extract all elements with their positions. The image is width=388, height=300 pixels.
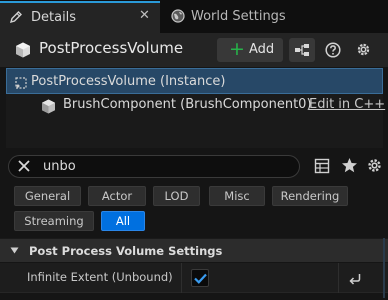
add-button-label: Add [249,42,275,57]
category-lod-button[interactable]: LOD [153,186,200,206]
infinite-extent-checkbox[interactable] [191,269,209,287]
tab-world-settings-label: World Settings [191,9,286,24]
tab-details[interactable]: Details ✕ [0,1,160,33]
favorites-star-icon[interactable] [341,157,358,174]
search-box [8,155,300,178]
view-options-gear-icon[interactable] [366,157,383,174]
tab-accent-line [0,1,160,3]
details-header: PostProcessVolume + Add [0,33,388,67]
tab-details-label: Details [31,10,77,25]
collapse-arrow-icon [10,247,19,254]
brush-cube-icon [42,99,55,114]
category-misc-button[interactable]: Misc [209,186,265,206]
actor-cube-icon [16,42,30,58]
settings-gear-icon[interactable] [355,41,372,58]
category-all-button[interactable]: All [101,211,145,231]
search-input[interactable] [43,158,283,175]
tree-item-root[interactable]: PostProcessVolume (Instance) [6,68,383,94]
column-divider[interactable] [181,263,182,293]
checkmark-icon [194,273,207,284]
property-matrix-icon[interactable] [314,158,330,174]
component-tree: PostProcessVolume (Instance) BrushCompon… [6,68,385,148]
tab-bar: Details ✕ World Settings [0,0,388,33]
help-icon[interactable] [325,42,341,58]
column-divider [338,263,339,293]
category-actor-button[interactable]: Actor [88,186,146,206]
panel-scroll-edge [383,238,385,298]
tree-item-root-label: PostProcessVolume (Instance) [31,74,226,89]
blueprint-hierarchy-button[interactable] [289,38,315,62]
plus-icon: + [229,38,245,60]
close-icon[interactable]: ✕ [139,8,150,23]
property-row-infinite-extent: Infinite Extent (Unbound) [0,263,388,293]
globe-icon [171,9,185,23]
category-general-button[interactable]: General [14,186,81,206]
clear-search-icon[interactable] [17,159,31,173]
property-label: Infinite Extent (Unbound) [27,270,173,284]
details-pencil-icon [9,11,22,24]
section-post-process-volume-settings[interactable]: Post Process Volume Settings [0,238,388,262]
reset-to-default-icon[interactable] [348,271,362,285]
tree-item-brush-label: BrushComponent (BrushComponent0) [63,97,312,112]
category-rendering-button[interactable]: Rendering [272,186,348,206]
category-streaming-button[interactable]: Streaming [14,211,94,231]
hierarchy-icon [295,44,309,56]
edit-in-cpp-link[interactable]: Edit in C++ [309,97,385,112]
post-process-volume-icon [15,77,27,89]
actor-title: PostProcessVolume [39,39,184,57]
add-component-button[interactable]: + Add [217,38,283,62]
section-title: Post Process Volume Settings [29,244,223,258]
